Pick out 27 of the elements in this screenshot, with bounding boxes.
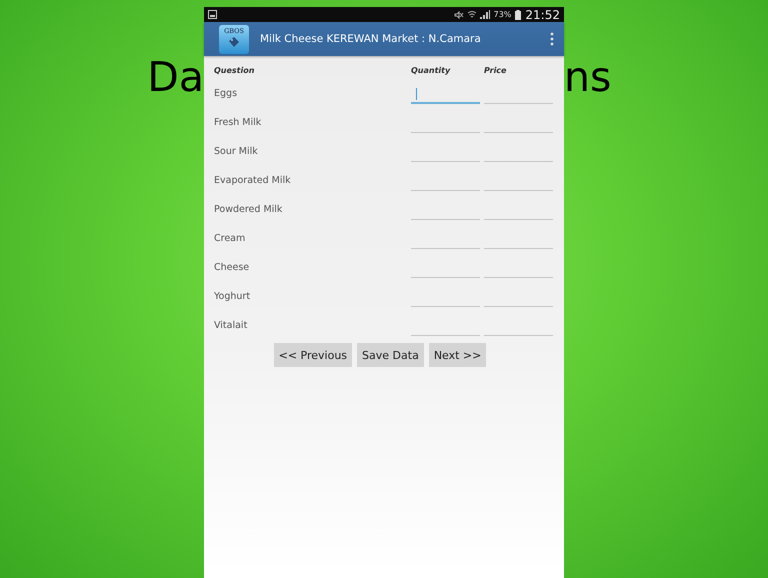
app-title: Milk Cheese KEREWAN Market : N.Camara [260, 33, 482, 45]
question-label: Yoghurt [214, 290, 252, 304]
wifi-icon [468, 10, 476, 19]
picture-icon [208, 10, 217, 19]
battery-percent: 73% [494, 10, 512, 19]
signal-icon [480, 10, 490, 19]
question-label: Cheese [214, 261, 250, 275]
nav-button[interactable]: Next >> [428, 343, 486, 367]
column-header: Quantity [411, 66, 452, 77]
question-label: Powdered Milk [214, 203, 284, 217]
clock-time: 21:52 [525, 8, 560, 22]
nav-button[interactable]: << Previous [274, 343, 352, 367]
column-header: Question [214, 66, 256, 77]
question-label: Evaporated Milk [214, 174, 292, 188]
question-label: Sour Milk [214, 145, 259, 159]
nav-button[interactable]: Save Data [357, 343, 424, 367]
more-menu-icon[interactable] [550, 32, 554, 46]
question-label: Vitalait [214, 319, 248, 333]
slide-title: ns [564, 53, 612, 101]
mute-icon [454, 10, 464, 18]
slide-title: Da [147, 53, 204, 101]
column-header: Price [484, 66, 508, 77]
input-field[interactable] [411, 88, 480, 104]
question-label: Cream [214, 232, 246, 246]
battery-icon [515, 10, 522, 20]
question-label: Eggs [214, 87, 238, 101]
question-label: Fresh Milk [214, 116, 262, 130]
